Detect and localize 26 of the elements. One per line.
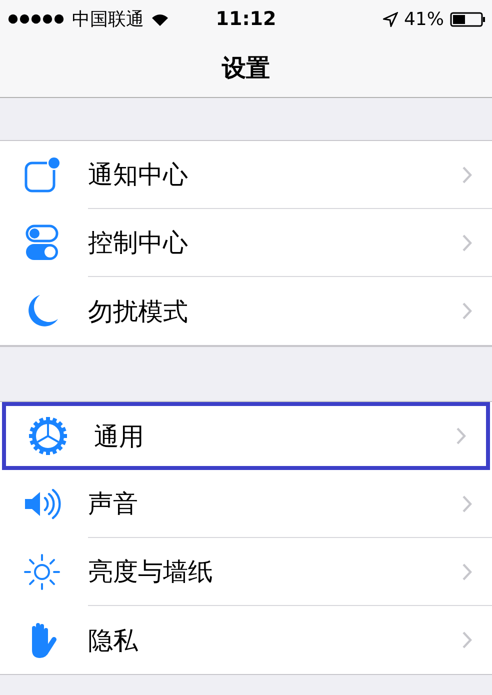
- chevron-icon: [456, 427, 466, 445]
- settings-icon: [28, 416, 68, 456]
- sun-icon: [22, 552, 62, 592]
- notification-icon: [22, 155, 62, 195]
- location-arrow-icon: [382, 12, 398, 26]
- chevron-icon: [462, 234, 472, 252]
- settings-row[interactable]: 通用: [2, 402, 490, 470]
- row-label: 亮度与墙纸: [88, 556, 213, 588]
- chevron-icon: [462, 166, 472, 184]
- signal-icon: [8, 14, 66, 24]
- chevron-icon: [462, 494, 472, 512]
- row-label: 控制中心: [88, 227, 188, 259]
- battery-icon: [450, 12, 486, 26]
- chevron-icon: [462, 302, 472, 320]
- row-label: 隐私: [88, 624, 138, 656]
- row-label: 通知中心: [88, 159, 188, 191]
- chevron-icon: [462, 562, 472, 580]
- row-label: 勿扰模式: [88, 296, 188, 328]
- status-time: 11:12: [216, 8, 276, 30]
- row-label: 通用: [94, 420, 144, 452]
- page-title: 设置: [222, 52, 270, 84]
- battery-percent: 41%: [404, 8, 444, 30]
- chevron-icon: [462, 631, 472, 649]
- carrier-name: 中国联通: [72, 8, 144, 31]
- wifi-icon: [150, 12, 170, 26]
- row-label: 声音: [88, 488, 138, 520]
